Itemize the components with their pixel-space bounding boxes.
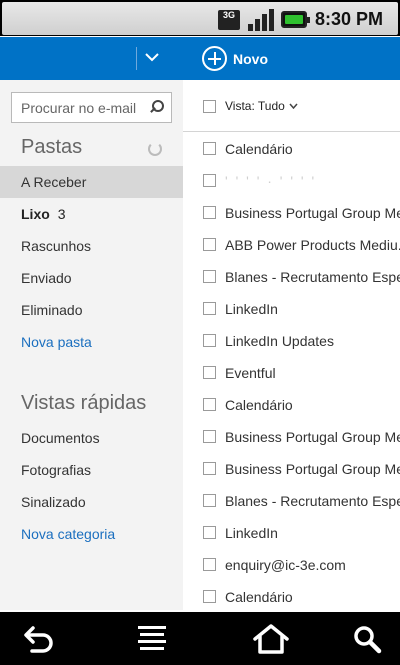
clock: 8:30 PM: [315, 9, 384, 29]
message-checkbox[interactable]: [203, 238, 216, 251]
message-row[interactable]: LinkedIn Updates: [183, 325, 400, 357]
folder-item-deleted[interactable]: Eliminado: [0, 294, 183, 326]
folder-label: Lixo: [21, 206, 50, 222]
message-row[interactable]: ' ' ' ' · ' ' ' ': [183, 165, 400, 197]
view-filter-dropdown[interactable]: Vista: Tudo: [225, 99, 298, 113]
message-list-header: Vista: Tudo: [183, 80, 400, 132]
message-row[interactable]: Business Portugal Group Me: [183, 197, 400, 229]
folder-pane: Pastas A Receber Lixo 3 Rascunhos Enviado…: [0, 80, 183, 610]
back-button[interactable]: [5, 612, 75, 665]
folder-label: Enviado: [21, 270, 72, 286]
message-sender: Calendário: [225, 141, 293, 157]
folder-label: A Receber: [21, 174, 87, 190]
refresh-icon[interactable]: [148, 142, 162, 156]
menu-button[interactable]: [117, 612, 187, 665]
message-checkbox[interactable]: [203, 174, 216, 187]
message-row[interactable]: Business Portugal Group Me: [183, 421, 400, 453]
menu-icon: [138, 625, 166, 650]
quick-view-label: Documentos: [21, 430, 100, 446]
message-row[interactable]: LinkedIn: [183, 293, 400, 325]
new-message-label: Novo: [233, 50, 268, 67]
message-sender: LinkedIn: [225, 525, 278, 541]
quick-views-title: Vistas rápidas: [21, 392, 147, 414]
message-checkbox[interactable]: [203, 398, 216, 411]
chevron-down-icon[interactable]: [143, 48, 161, 66]
message-row[interactable]: Calendário: [183, 133, 400, 165]
back-icon: [24, 625, 53, 653]
status-bar: 3G 8:30 PM: [0, 0, 400, 36]
folder-item-inbox[interactable]: A Receber: [0, 166, 183, 198]
search-input[interactable]: [12, 93, 144, 122]
message-sender: Blanes - Recrutamento Espe: [225, 493, 400, 509]
message-row[interactable]: Calendário: [183, 389, 400, 421]
view-filter-label: Vista: Tudo: [225, 99, 285, 113]
home-button[interactable]: [236, 612, 306, 665]
message-row[interactable]: ABB Power Products Mediu...: [183, 229, 400, 261]
message-checkbox[interactable]: [203, 462, 216, 475]
message-list: Vista: Tudo Calendário ' ' ' ' · ' ' ' '…: [183, 80, 400, 610]
quick-view-label: Fotografias: [21, 462, 92, 478]
app-header: Novo: [0, 37, 400, 80]
message-row[interactable]: Eventful: [183, 357, 400, 389]
battery-icon: [281, 11, 310, 28]
new-message-button[interactable]: Novo: [202, 45, 268, 72]
message-checkbox[interactable]: [203, 206, 216, 219]
plus-circle-icon: [202, 46, 227, 71]
network-3g-icon: 3G: [218, 10, 240, 30]
search-icon: [354, 625, 382, 653]
select-all-checkbox[interactable]: [203, 100, 216, 113]
account-name[interactable]: [30, 51, 130, 63]
folder-label: Rascunhos: [21, 238, 92, 254]
folder-item-drafts[interactable]: Rascunhos: [0, 230, 183, 262]
message-row[interactable]: Business Portugal Group Me: [183, 453, 400, 485]
message-row[interactable]: Blanes - Recrutamento Espe: [183, 485, 400, 517]
quick-view-label: Sinalizado: [21, 494, 86, 510]
message-sender: Calendário: [225, 397, 293, 413]
quick-view-documents[interactable]: Documentos: [0, 422, 183, 454]
message-sender: ' ' ' ' · ' ' ' ': [225, 173, 317, 189]
message-row[interactable]: Calendário: [183, 581, 400, 610]
message-checkbox[interactable]: [203, 334, 216, 347]
message-sender: Calendário: [225, 589, 293, 605]
header-divider: [136, 47, 137, 70]
message-checkbox[interactable]: [203, 302, 216, 315]
message-sender: LinkedIn Updates: [225, 333, 334, 349]
chevron-down-icon: [289, 101, 298, 111]
quick-view-flagged[interactable]: Sinalizado: [0, 486, 183, 518]
signal-icon: [248, 9, 274, 31]
system-nav-bar: [0, 612, 400, 665]
folder-item-junk[interactable]: Lixo 3: [0, 198, 183, 230]
message-sender: LinkedIn: [225, 301, 278, 317]
quick-view-photos[interactable]: Fotografias: [0, 454, 183, 486]
message-sender: Business Portugal Group Me: [225, 461, 400, 477]
search-icon[interactable]: [149, 100, 164, 114]
message-sender: Business Portugal Group Me: [225, 205, 400, 221]
message-checkbox[interactable]: [203, 590, 216, 603]
unread-count: 3: [57, 206, 66, 222]
message-checkbox[interactable]: [203, 494, 216, 507]
message-checkbox[interactable]: [203, 558, 216, 571]
message-checkbox[interactable]: [203, 526, 216, 539]
message-row[interactable]: Blanes - Recrutamento Espe: [183, 261, 400, 293]
message-checkbox[interactable]: [203, 430, 216, 443]
message-sender: Blanes - Recrutamento Espe: [225, 269, 400, 285]
message-sender: Business Portugal Group Me: [225, 429, 400, 445]
message-sender: enquiry@ic-3e.com: [225, 557, 346, 573]
search-box: [11, 92, 172, 123]
message-checkbox[interactable]: [203, 142, 216, 155]
new-category-link[interactable]: Nova categoria: [0, 518, 183, 550]
new-folder-link[interactable]: Nova pasta: [0, 326, 183, 358]
folders-title: Pastas: [21, 136, 83, 158]
message-row[interactable]: enquiry@ic-3e.com: [183, 549, 400, 581]
folder-item-sent[interactable]: Enviado: [0, 262, 183, 294]
message-sender: Eventful: [225, 365, 276, 381]
home-icon: [253, 623, 289, 654]
message-checkbox[interactable]: [203, 270, 216, 283]
message-row[interactable]: LinkedIn: [183, 517, 400, 549]
status-bar-frame: 3G 8:30 PM: [2, 2, 398, 35]
message-sender: ABB Power Products Mediu...: [225, 237, 400, 253]
message-checkbox[interactable]: [203, 366, 216, 379]
folder-label: Eliminado: [21, 302, 83, 318]
search-button[interactable]: [332, 612, 400, 665]
